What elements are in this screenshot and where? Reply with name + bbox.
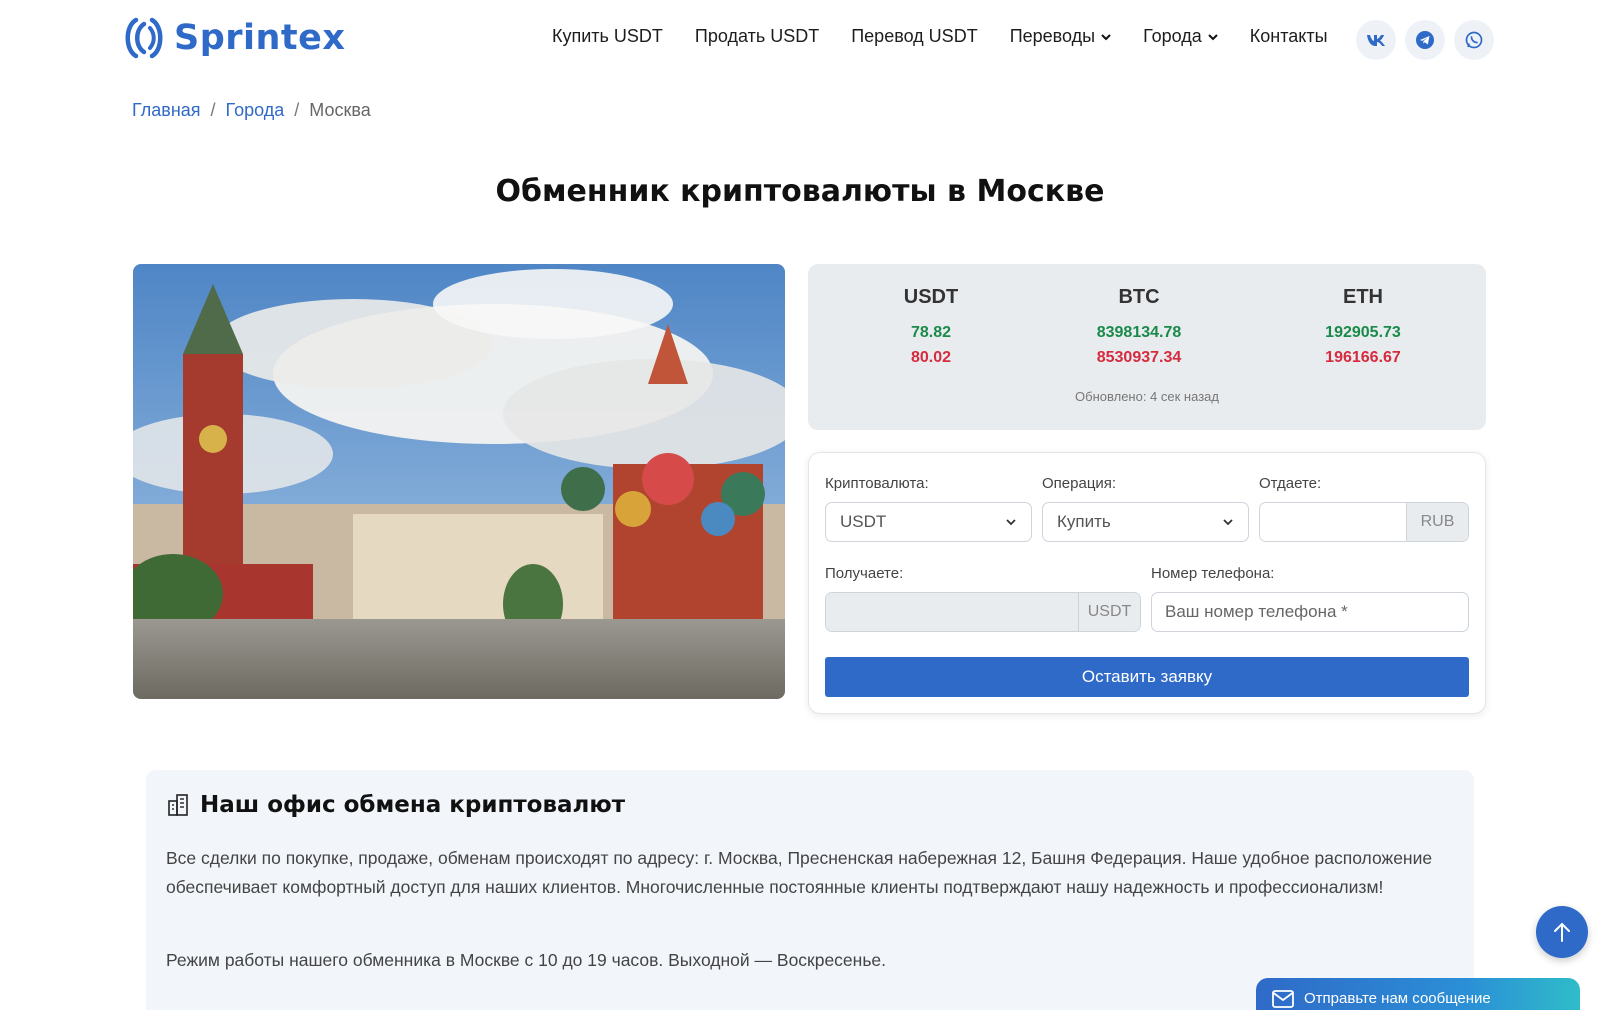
rate-btc: BTC 8398134.78 8530937.34 — [1039, 286, 1239, 367]
breadcrumb: Главная / Города / Москва — [132, 100, 371, 121]
breadcrumb-separator: / — [294, 100, 300, 120]
breadcrumb-home[interactable]: Главная — [132, 100, 201, 121]
city-photo — [133, 264, 785, 699]
office-title: Наш офис обмена криптовалют — [166, 792, 625, 818]
nav-label: Купить USDT — [552, 26, 663, 46]
rate-buy: 192905.73 — [1325, 324, 1401, 341]
operation-select-value: Купить — [1057, 512, 1111, 531]
nav-label: Города — [1143, 26, 1202, 46]
operation-label: Операция: — [1042, 475, 1117, 492]
submit-request-button[interactable]: Оставить заявку — [825, 657, 1469, 697]
office-section: Наш офис обмена криптовалют Все сделки п… — [146, 770, 1474, 1010]
main-nav: Купить USDT Продать USDT Перевод USDT Пе… — [552, 26, 1360, 47]
rate-usdt: USDT 78.82 80.02 — [831, 286, 1031, 367]
telegram-link[interactable] — [1405, 20, 1445, 60]
nav-label: Перевод USDT — [851, 26, 978, 46]
rate-name: BTC — [1118, 286, 1160, 308]
telegram-icon — [1416, 31, 1434, 49]
rate-sell: 80.02 — [910, 349, 952, 366]
nav-transfer-usdt[interactable]: Перевод USDT — [851, 26, 977, 47]
vk-link[interactable] — [1356, 20, 1396, 60]
chevron-down-icon — [1006, 519, 1016, 526]
site-header: Sprintex Купить USDT Продать USDT Перево… — [0, 0, 1600, 80]
rates-updated-time: Обновлено: 4 сек назад — [1075, 389, 1219, 404]
office-hours-text: Режим работы нашего обменника в Москве с… — [166, 950, 887, 970]
receive-amount-input[interactable] — [826, 593, 1078, 631]
scroll-to-top-button[interactable] — [1536, 906, 1588, 958]
nav-transfers-dropdown[interactable]: Переводы — [1010, 26, 1111, 47]
phone-input[interactable]: Ваш номер телефона * — [1151, 592, 1469, 632]
rate-sell: 8530937.34 — [1096, 349, 1182, 366]
vk-icon — [1367, 35, 1385, 46]
arrow-up-icon — [1554, 922, 1570, 942]
logo-text: Sprintex — [174, 18, 346, 58]
breadcrumb-current: Москва — [309, 100, 371, 120]
logo-mark-icon — [125, 17, 163, 59]
envelope-icon — [1272, 990, 1294, 1008]
chevron-down-icon — [1208, 33, 1218, 40]
social-links — [1356, 20, 1494, 60]
breadcrumb-cities[interactable]: Города — [226, 100, 285, 121]
logo[interactable]: Sprintex — [122, 14, 345, 62]
exchange-form: Криптовалюта: USDT Операция: Купить Отда… — [808, 452, 1486, 714]
operation-select[interactable]: Купить — [1042, 502, 1249, 542]
crypto-select-value: USDT — [840, 512, 887, 531]
nav-label: Продать USDT — [694, 26, 820, 46]
nav-sell-usdt[interactable]: Продать USDT — [695, 26, 819, 47]
nav-contacts[interactable]: Контакты — [1250, 26, 1328, 47]
rate-sell: 196166.67 — [1325, 349, 1401, 366]
exchange-rates-panel: USDT 78.82 80.02 BTC 8398134.78 8530937.… — [808, 264, 1486, 430]
chevron-down-icon — [1223, 519, 1233, 526]
crypto-select[interactable]: USDT — [825, 502, 1032, 542]
rate-name: USDT — [903, 286, 959, 308]
give-label: Отдаете: — [1259, 475, 1322, 492]
phone-placeholder: Ваш номер телефона * — [1165, 602, 1348, 621]
chat-widget-button[interactable]: Отправьте нам сообщение — [1256, 978, 1580, 1010]
nav-buy-usdt[interactable]: Купить USDT — [552, 26, 663, 47]
chat-widget-label: Отправьте нам сообщение — [1304, 990, 1491, 1007]
rate-buy: 78.82 — [910, 324, 952, 341]
office-address-text: Все сделки по покупке, продаже, обменам … — [166, 848, 1433, 897]
office-title-text: Наш офис обмена криптовалют — [200, 792, 626, 818]
nav-label: Контакты — [1249, 26, 1328, 46]
breadcrumb-separator: / — [210, 100, 216, 120]
give-currency: RUB — [1406, 503, 1468, 541]
rate-name: ETH — [1343, 286, 1383, 308]
give-amount-group: RUB — [1259, 502, 1469, 542]
receive-amount-group: USDT — [825, 592, 1141, 632]
phone-label: Номер телефона: — [1151, 565, 1275, 582]
whatsapp-icon — [1465, 31, 1483, 49]
office-building-icon — [168, 794, 188, 816]
chevron-down-icon — [1101, 33, 1111, 40]
nav-label: Переводы — [1009, 26, 1096, 46]
page-title: Обменник криптовалюты в Москве — [495, 174, 1105, 209]
give-amount-input[interactable] — [1260, 503, 1406, 541]
nav-cities-dropdown[interactable]: Города — [1143, 26, 1218, 47]
receive-label: Получаете: — [825, 565, 904, 582]
crypto-label: Криптовалюта: — [825, 475, 929, 492]
whatsapp-link[interactable] — [1454, 20, 1494, 60]
rate-buy: 8398134.78 — [1096, 324, 1182, 341]
rate-eth: ETH 192905.73 196166.67 — [1263, 286, 1463, 367]
receive-currency: USDT — [1078, 593, 1140, 631]
moscow-kremlin-image — [133, 264, 785, 699]
